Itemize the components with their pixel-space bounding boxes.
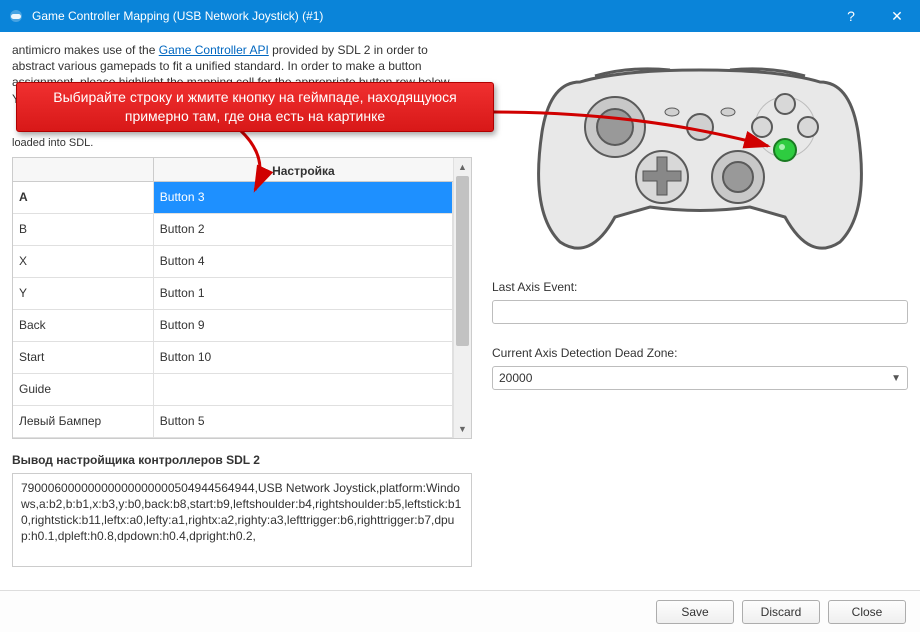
last-axis-field[interactable] bbox=[492, 300, 908, 324]
help-button[interactable]: ? bbox=[828, 0, 874, 32]
mapping-value[interactable]: Button 2 bbox=[154, 214, 453, 245]
mapping-key: X bbox=[13, 246, 154, 277]
mapping-key: Back bbox=[13, 310, 154, 341]
mapping-value[interactable]: Button 10 bbox=[154, 342, 453, 373]
table-header-label: Настройка bbox=[154, 160, 453, 178]
mapping-value[interactable]: Button 1 bbox=[154, 278, 453, 309]
dead-zone-value: 20000 bbox=[499, 371, 532, 385]
table-row[interactable]: AButton 3 bbox=[13, 182, 453, 214]
sdl-output-label: Вывод настройщика контроллеров SDL 2 bbox=[12, 453, 472, 467]
app-icon bbox=[8, 8, 24, 24]
dead-zone-label: Current Axis Detection Dead Zone: bbox=[492, 346, 908, 360]
chevron-down-icon: ▼ bbox=[891, 373, 901, 384]
mapping-value[interactable]: Button 9 bbox=[154, 310, 453, 341]
mapping-value[interactable] bbox=[154, 374, 453, 405]
discard-button[interactable]: Discard bbox=[742, 600, 820, 624]
footer: Save Discard Close bbox=[0, 590, 920, 632]
intro-pre: antimicro makes use of the bbox=[12, 43, 159, 57]
mapping-key: Левый Бампер bbox=[13, 406, 154, 437]
window-title: Game Controller Mapping (USB Network Joy… bbox=[32, 9, 828, 23]
loaded-into-sdl: loaded into SDL. bbox=[12, 137, 472, 149]
table-row[interactable]: XButton 4 bbox=[13, 246, 453, 278]
scroll-up-icon[interactable]: ▲ bbox=[454, 158, 471, 176]
table-row[interactable]: YButton 1 bbox=[13, 278, 453, 310]
mapping-key: B bbox=[13, 214, 154, 245]
dead-zone-combo[interactable]: 20000 ▼ bbox=[492, 366, 908, 390]
instruction-tooltip: Выбирайте строку и жмите кнопку на геймп… bbox=[16, 82, 494, 132]
mapping-key: Y bbox=[13, 278, 154, 309]
mapping-table: Настройка AButton 3BButton 2XButton 4YBu… bbox=[12, 157, 472, 439]
mapping-key: A bbox=[13, 182, 154, 213]
save-button[interactable]: Save bbox=[656, 600, 734, 624]
mapping-value[interactable]: Button 5 bbox=[154, 406, 453, 437]
table-row[interactable]: Guide bbox=[13, 374, 453, 406]
controller-image bbox=[520, 42, 880, 262]
table-header: Настройка bbox=[13, 158, 453, 182]
sdl-output[interactable]: 79000600000000000000000504944564944,USB … bbox=[12, 473, 472, 567]
game-controller-api-link[interactable]: Game Controller API bbox=[159, 43, 269, 57]
mapping-key: Start bbox=[13, 342, 154, 373]
table-row[interactable]: Левый БамперButton 5 bbox=[13, 406, 453, 438]
scroll-down-icon[interactable]: ▼ bbox=[454, 420, 471, 438]
window-close-button[interactable]: ✕ bbox=[874, 0, 920, 32]
mapping-key: Guide bbox=[13, 374, 154, 405]
titlebar: Game Controller Mapping (USB Network Joy… bbox=[0, 0, 920, 32]
mapping-value[interactable]: Button 3 bbox=[154, 182, 453, 213]
last-axis-label: Last Axis Event: bbox=[492, 280, 908, 294]
scroll-thumb[interactable] bbox=[456, 176, 469, 346]
table-row[interactable]: StartButton 10 bbox=[13, 342, 453, 374]
table-row[interactable]: BButton 2 bbox=[13, 214, 453, 246]
mapping-value[interactable]: Button 4 bbox=[154, 246, 453, 277]
close-button[interactable]: Close bbox=[828, 600, 906, 624]
table-row[interactable]: BackButton 9 bbox=[13, 310, 453, 342]
table-scrollbar[interactable]: ▲ ▼ bbox=[453, 158, 471, 438]
